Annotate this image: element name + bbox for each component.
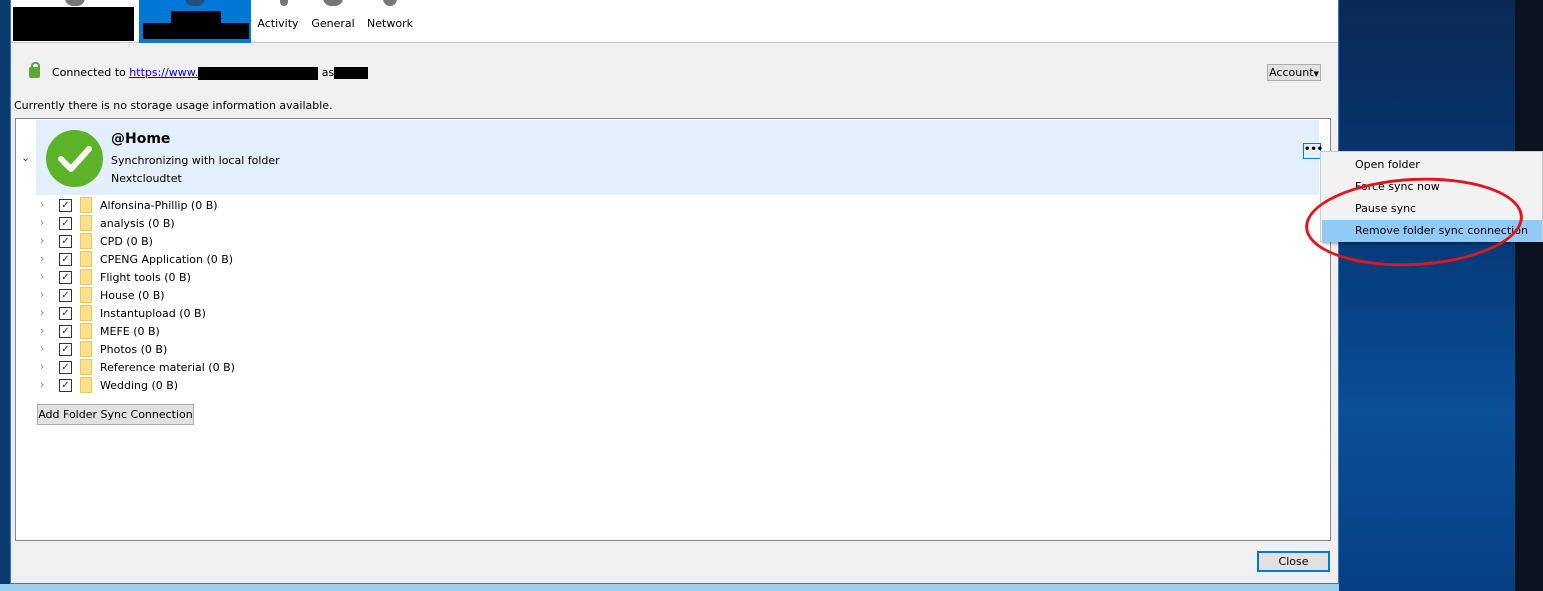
subfolder-name: Flight tools (0 B)	[100, 271, 191, 284]
subfolder-name: analysis (0 B)	[100, 217, 175, 230]
activity-icon	[280, 0, 288, 6]
subfolder-checkbox[interactable]: ✓	[59, 289, 72, 302]
tab-account-2[interactable]	[139, 0, 251, 43]
more-options-button[interactable]: •••	[1303, 143, 1323, 159]
expand-chevron-icon[interactable]: ›	[40, 360, 44, 373]
subfolder-row[interactable]: › ✓ analysis (0 B)	[16, 214, 416, 232]
subfolder-name: Alfonsina-Phillip (0 B)	[100, 199, 218, 212]
folder-header[interactable]: @Home Synchronizing with local folder Ne…	[36, 120, 1319, 195]
subfolder-checkbox[interactable]: ✓	[59, 253, 72, 266]
folder-status: Synchronizing with local folder	[111, 154, 280, 167]
folder-remote: Nextcloudtet	[111, 172, 182, 185]
subfolder-name: CPD (0 B)	[100, 235, 153, 248]
subfolder-checkbox[interactable]: ✓	[59, 271, 72, 284]
subfolder-name: Instantupload (0 B)	[100, 307, 206, 320]
expand-chevron-icon[interactable]: ›	[40, 216, 44, 229]
folder-icon	[80, 251, 92, 267]
folder-icon	[80, 323, 92, 339]
expand-chevron-icon[interactable]: ›	[40, 252, 44, 265]
subfolder-name: House (0 B)	[100, 289, 165, 302]
tab-label: Activity	[257, 17, 299, 30]
subfolder-checkbox[interactable]: ✓	[59, 307, 72, 320]
folder-icon	[80, 269, 92, 285]
account-icon	[185, 0, 205, 6]
gear-icon	[323, 0, 343, 6]
expand-chevron-icon[interactable]: ›	[40, 234, 44, 247]
desktop-background-left	[0, 0, 10, 591]
lock-icon	[29, 62, 40, 78]
subfolder-checkbox[interactable]: ✓	[59, 199, 72, 212]
subfolder-name: Photos (0 B)	[100, 343, 168, 356]
subfolder-row[interactable]: › ✓ Alfonsina-Phillip (0 B)	[16, 196, 416, 214]
tab-general[interactable]: General	[309, 0, 357, 43]
network-icon	[383, 0, 397, 6]
account-button-label: Account	[1269, 66, 1314, 79]
folder-icon	[80, 341, 92, 357]
redacted-label	[13, 7, 134, 41]
subfolder-row[interactable]: › ✓ CPD (0 B)	[16, 232, 416, 250]
expand-chevron-icon[interactable]: ›	[40, 198, 44, 211]
tab-network[interactable]: Network	[365, 0, 415, 43]
expand-chevron-icon[interactable]: ›	[40, 288, 44, 301]
subfolder-checkbox[interactable]: ✓	[59, 325, 72, 338]
subfolder-checkbox[interactable]: ✓	[59, 379, 72, 392]
connection-as: as	[321, 66, 335, 79]
subfolder-row[interactable]: › ✓ MEFE (0 B)	[16, 322, 416, 340]
connection-status: Connected to https://www. as	[52, 66, 369, 80]
subfolder-row[interactable]: › ✓ CPENG Application (0 B)	[16, 250, 416, 268]
folder-icon	[80, 359, 92, 375]
expand-chevron-icon[interactable]: ›	[40, 324, 44, 337]
folder-icon	[80, 377, 92, 393]
subfolder-row[interactable]: › ✓ Flight tools (0 B)	[16, 268, 416, 286]
settings-window: Activity General Network Connected to ht…	[10, 0, 1339, 584]
folder-icon	[80, 305, 92, 321]
folder-title: @Home	[111, 131, 171, 147]
subfolder-checkbox[interactable]: ✓	[59, 235, 72, 248]
subfolder-row[interactable]: › ✓ Reference material (0 B)	[16, 358, 416, 376]
expand-chevron-icon[interactable]: ›	[40, 270, 44, 283]
desktop-background	[1339, 0, 1515, 591]
subfolder-row[interactable]: › ✓ Photos (0 B)	[16, 340, 416, 358]
collapse-chevron-icon[interactable]: ⌄	[21, 151, 30, 164]
tab-label: Network	[367, 17, 413, 30]
folder-icon	[80, 233, 92, 249]
subfolder-checkbox[interactable]: ✓	[59, 343, 72, 356]
subfolder-checkbox[interactable]: ✓	[59, 361, 72, 374]
subfolder-row[interactable]: › ✓ Wedding (0 B)	[16, 376, 416, 394]
sync-ok-icon	[46, 130, 103, 187]
subfolder-name: CPENG Application (0 B)	[100, 253, 234, 266]
subfolder-name: Reference material (0 B)	[100, 361, 235, 374]
subfolder-row[interactable]: › ✓ Instantupload (0 B)	[16, 304, 416, 322]
toolbar: Activity General Network	[11, 0, 1338, 43]
redacted-url	[198, 66, 319, 80]
expand-chevron-icon[interactable]: ›	[40, 342, 44, 355]
connection-prefix: Connected to	[52, 66, 126, 79]
server-link[interactable]: https://www.	[129, 66, 198, 79]
expand-chevron-icon[interactable]: ›	[40, 378, 44, 391]
subfolder-name: MEFE (0 B)	[100, 325, 160, 338]
account-button[interactable]: Account▼	[1267, 64, 1321, 81]
folder-icon	[80, 287, 92, 303]
subfolder-checkbox[interactable]: ✓	[59, 217, 72, 230]
tab-label: General	[311, 17, 355, 30]
folder-icon	[80, 197, 92, 213]
close-button[interactable]: Close	[1257, 551, 1330, 572]
subfolder-row[interactable]: › ✓ House (0 B)	[16, 286, 416, 304]
redacted-user	[334, 67, 369, 79]
subfolder-name: Wedding (0 B)	[100, 379, 179, 392]
dropdown-arrow-icon: ▼	[1313, 70, 1319, 78]
folder-icon	[80, 215, 92, 231]
redacted-label	[143, 23, 249, 39]
account-icon	[64, 0, 85, 6]
expand-chevron-icon[interactable]: ›	[40, 306, 44, 319]
storage-info: Currently there is no storage usage info…	[14, 99, 333, 112]
menu-item-open-folder[interactable]: Open folder	[1322, 154, 1542, 176]
tab-activity[interactable]: Activity	[253, 0, 303, 43]
desktop-sidebar	[1515, 0, 1543, 591]
desktop-background-bottom	[0, 584, 1339, 591]
add-folder-sync-button[interactable]: Add Folder Sync Connection	[37, 404, 194, 425]
tab-account-1[interactable]	[11, 0, 138, 43]
folder-list: ⌄ @Home Synchronizing with local folder …	[15, 118, 1331, 541]
